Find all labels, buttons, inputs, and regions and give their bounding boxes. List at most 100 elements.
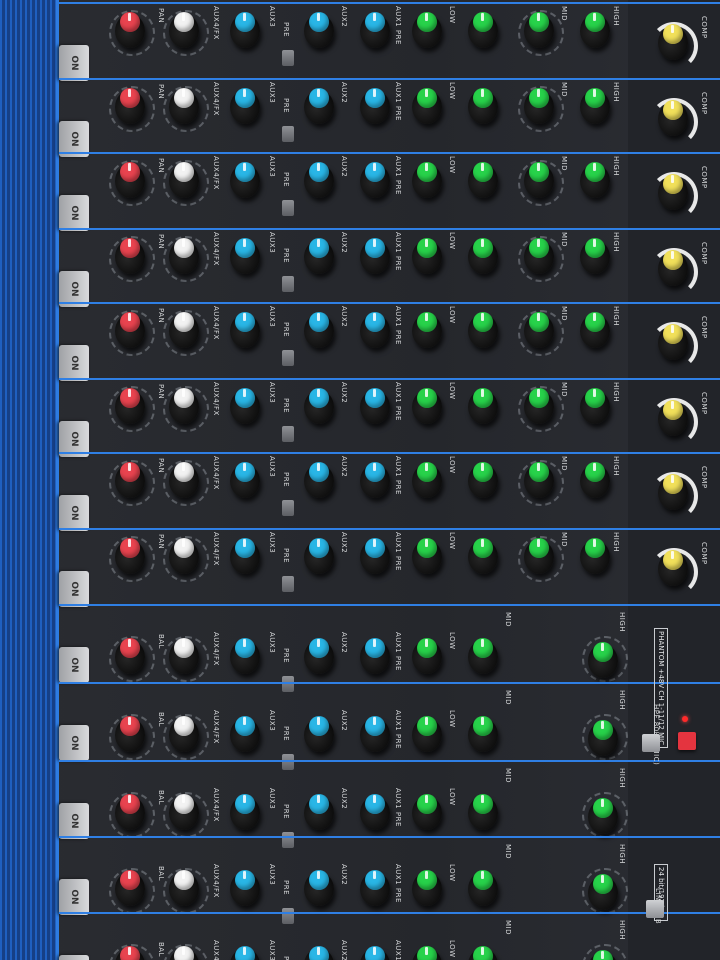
pre-switch[interactable] — [282, 350, 294, 366]
channel-on-button[interactable]: ON — [59, 725, 89, 761]
aux1-knob[interactable] — [360, 794, 390, 830]
eq-high-knob[interactable] — [580, 312, 610, 348]
comp-knob[interactable] — [658, 250, 688, 286]
comp-knob[interactable] — [658, 174, 688, 210]
eq-high-knob[interactable] — [580, 238, 610, 274]
gain-knob[interactable] — [115, 388, 145, 424]
line-usb-switch[interactable] — [646, 900, 664, 918]
eq-lowmid-knob[interactable] — [468, 716, 498, 752]
aux1-knob[interactable] — [360, 12, 390, 48]
aux1-knob[interactable] — [360, 388, 390, 424]
aux1-knob[interactable] — [360, 238, 390, 274]
channel-on-button[interactable]: ON — [59, 495, 89, 531]
bal-knob[interactable] — [169, 794, 199, 830]
pre-switch[interactable] — [282, 426, 294, 442]
eq-low-knob[interactable] — [412, 638, 442, 674]
eq-lowmid-knob[interactable] — [468, 538, 498, 574]
eq-lowmid-knob[interactable] — [468, 794, 498, 830]
gain-knob[interactable] — [115, 716, 145, 752]
pre-switch[interactable] — [282, 276, 294, 292]
eq-lowmid-knob[interactable] — [468, 312, 498, 348]
eq-high-knob[interactable] — [580, 462, 610, 498]
pan-knob[interactable] — [169, 538, 199, 574]
gain-knob[interactable] — [115, 312, 145, 348]
aux4-knob[interactable] — [230, 870, 260, 906]
gain-knob[interactable] — [115, 12, 145, 48]
eq-lowmid-knob[interactable] — [468, 162, 498, 198]
aux4-knob[interactable] — [230, 638, 260, 674]
pan-knob[interactable] — [169, 388, 199, 424]
pan-knob[interactable] — [169, 162, 199, 198]
aux1-knob[interactable] — [360, 870, 390, 906]
eq-lowmid-knob[interactable] — [468, 388, 498, 424]
bal-knob[interactable] — [169, 716, 199, 752]
aux4-knob[interactable] — [230, 538, 260, 574]
comp-knob[interactable] — [658, 474, 688, 510]
pan-knob[interactable] — [169, 88, 199, 124]
aux2-knob[interactable] — [304, 638, 334, 674]
pre-switch[interactable] — [282, 200, 294, 216]
aux2-knob[interactable] — [304, 538, 334, 574]
eq-high-knob[interactable] — [588, 874, 618, 910]
aux4-knob[interactable] — [230, 794, 260, 830]
aux2-knob[interactable] — [304, 716, 334, 752]
gain-knob[interactable] — [115, 88, 145, 124]
eq-lowmid-knob[interactable] — [468, 238, 498, 274]
aux2-knob[interactable] — [304, 312, 334, 348]
channel-on-button[interactable]: ON — [59, 647, 89, 683]
comp-knob[interactable] — [658, 324, 688, 360]
pan-knob[interactable] — [169, 12, 199, 48]
channel-on-button[interactable]: ON — [59, 195, 89, 231]
eq-low-knob[interactable] — [412, 462, 442, 498]
hpf-button[interactable] — [642, 734, 660, 752]
pan-knob[interactable] — [169, 238, 199, 274]
eq-lowmid-knob[interactable] — [468, 870, 498, 906]
aux1-knob[interactable] — [360, 716, 390, 752]
aux1-knob[interactable] — [360, 946, 390, 960]
pan-knob[interactable] — [169, 312, 199, 348]
aux2-knob[interactable] — [304, 12, 334, 48]
eq-mid-knob[interactable] — [524, 538, 554, 574]
gain-knob[interactable] — [115, 462, 145, 498]
eq-mid-knob[interactable] — [524, 162, 554, 198]
channel-on-button[interactable]: ON — [59, 955, 89, 960]
eq-low-knob[interactable] — [412, 794, 442, 830]
eq-low-knob[interactable] — [412, 716, 442, 752]
aux4-knob[interactable] — [230, 12, 260, 48]
bal-knob[interactable] — [169, 870, 199, 906]
eq-low-knob[interactable] — [412, 870, 442, 906]
eq-lowmid-knob[interactable] — [468, 88, 498, 124]
aux4-knob[interactable] — [230, 946, 260, 960]
eq-low-knob[interactable] — [412, 388, 442, 424]
eq-mid-knob[interactable] — [524, 88, 554, 124]
aux4-knob[interactable] — [230, 462, 260, 498]
aux2-knob[interactable] — [304, 870, 334, 906]
eq-mid-knob[interactable] — [524, 462, 554, 498]
aux2-knob[interactable] — [304, 388, 334, 424]
comp-knob[interactable] — [658, 400, 688, 436]
eq-high-knob[interactable] — [580, 88, 610, 124]
aux1-knob[interactable] — [360, 638, 390, 674]
channel-on-button[interactable]: ON — [59, 571, 89, 607]
pre-switch[interactable] — [282, 50, 294, 66]
eq-low-knob[interactable] — [412, 946, 442, 960]
aux2-knob[interactable] — [304, 162, 334, 198]
eq-high-knob[interactable] — [580, 12, 610, 48]
comp-knob[interactable] — [658, 100, 688, 136]
aux1-knob[interactable] — [360, 462, 390, 498]
aux4-knob[interactable] — [230, 88, 260, 124]
channel-on-button[interactable]: ON — [59, 345, 89, 381]
bal-knob[interactable] — [169, 638, 199, 674]
aux4-knob[interactable] — [230, 716, 260, 752]
eq-lowmid-knob[interactable] — [468, 638, 498, 674]
gain-knob[interactable] — [115, 238, 145, 274]
eq-mid-knob[interactable] — [524, 238, 554, 274]
pre-switch[interactable] — [282, 126, 294, 142]
aux2-knob[interactable] — [304, 794, 334, 830]
aux4-knob[interactable] — [230, 388, 260, 424]
channel-on-button[interactable]: ON — [59, 879, 89, 915]
comp-knob[interactable] — [658, 550, 688, 586]
eq-low-knob[interactable] — [412, 162, 442, 198]
gain-knob[interactable] — [115, 794, 145, 830]
pre-switch[interactable] — [282, 500, 294, 516]
